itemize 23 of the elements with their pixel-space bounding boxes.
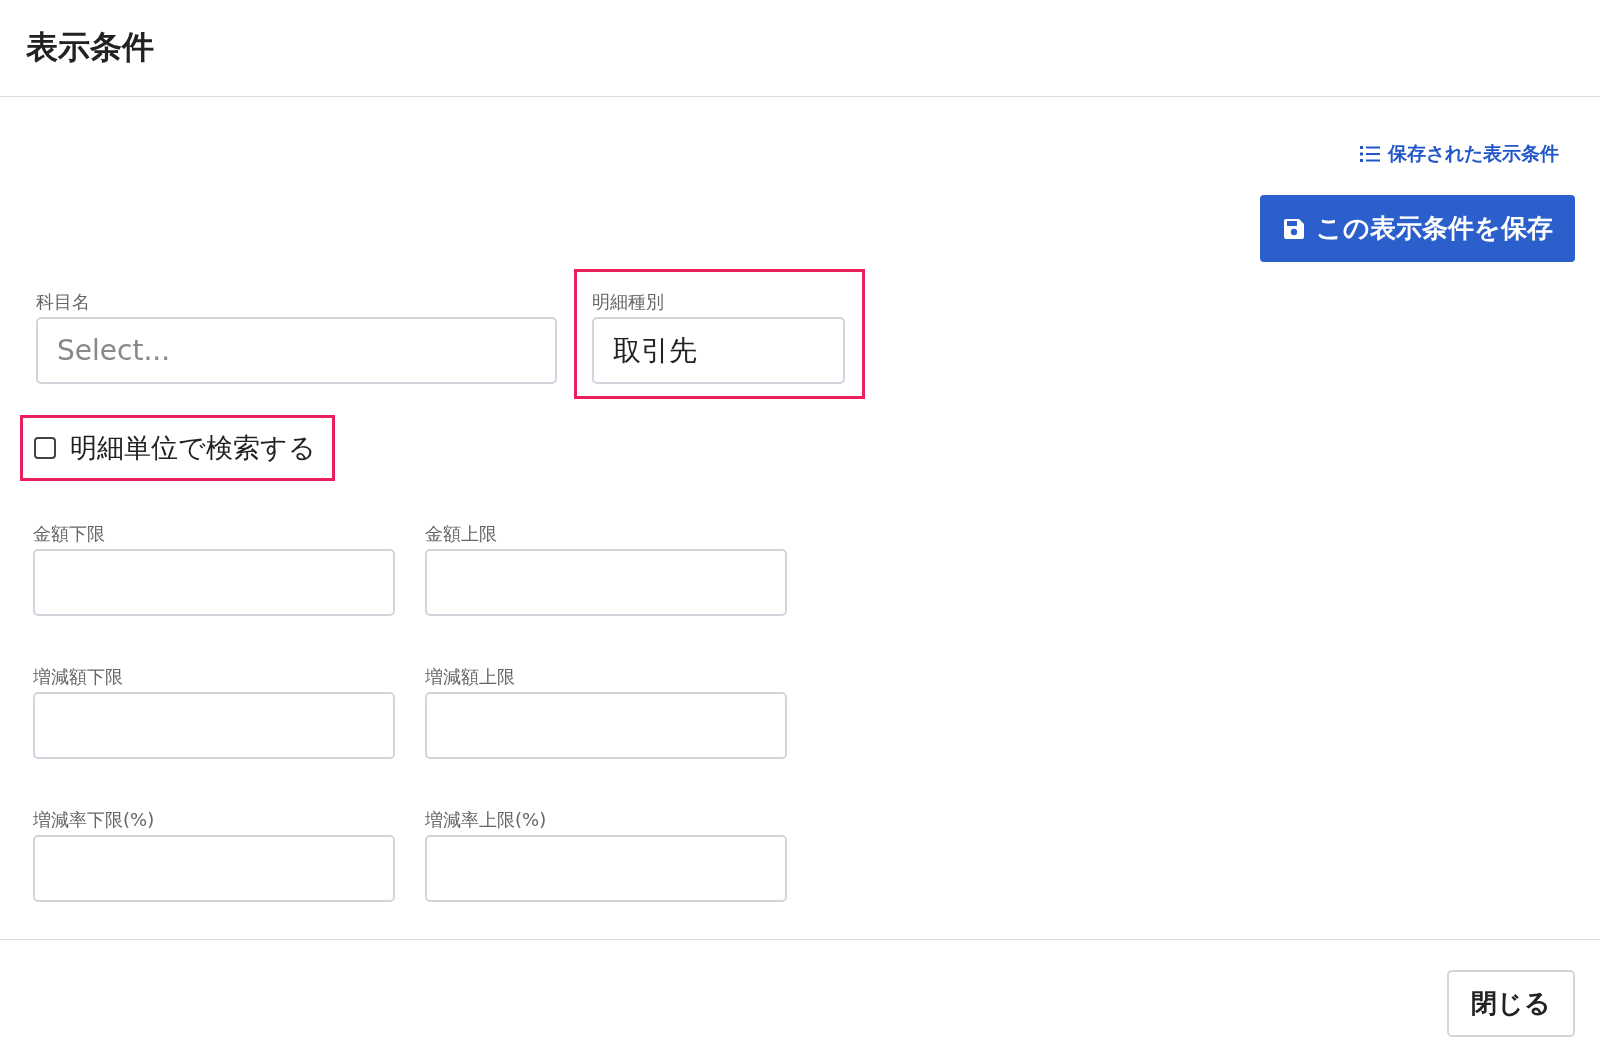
saved-conditions-link[interactable]: 保存された表示条件 <box>1360 141 1559 167</box>
field-label: 増減額上限 <box>425 667 516 687</box>
number-input-field[interactable] <box>425 835 787 902</box>
number-input-field[interactable] <box>33 692 395 759</box>
checkbox-label: 明細単位で検索する <box>70 431 316 465</box>
number-input-field[interactable] <box>425 549 787 616</box>
field-label: 増減率下限(%) <box>33 810 156 830</box>
field-label: 金額上限 <box>425 524 498 544</box>
list-icon <box>1360 145 1380 163</box>
number-input-field[interactable] <box>33 549 395 616</box>
number-input-field[interactable] <box>425 692 787 759</box>
field-label: 増減率上限(%) <box>425 810 548 830</box>
field-label: 科目名 <box>36 292 91 312</box>
account-select-field[interactable]: Select... <box>36 317 557 384</box>
field-label: 増減額下限 <box>33 667 124 687</box>
field-label: 明細種別 <box>592 292 665 312</box>
close-button[interactable]: 閉じる <box>1447 970 1575 1037</box>
detail-type-field[interactable]: 取引先 <box>592 317 845 384</box>
field-label: 金額下限 <box>33 524 106 544</box>
number-input-field[interactable] <box>33 835 395 902</box>
checkbox[interactable] <box>34 437 56 459</box>
save-conditions-button[interactable]: この表示条件を保存 <box>1260 195 1575 262</box>
dialog-title: 表示条件 <box>26 27 154 68</box>
